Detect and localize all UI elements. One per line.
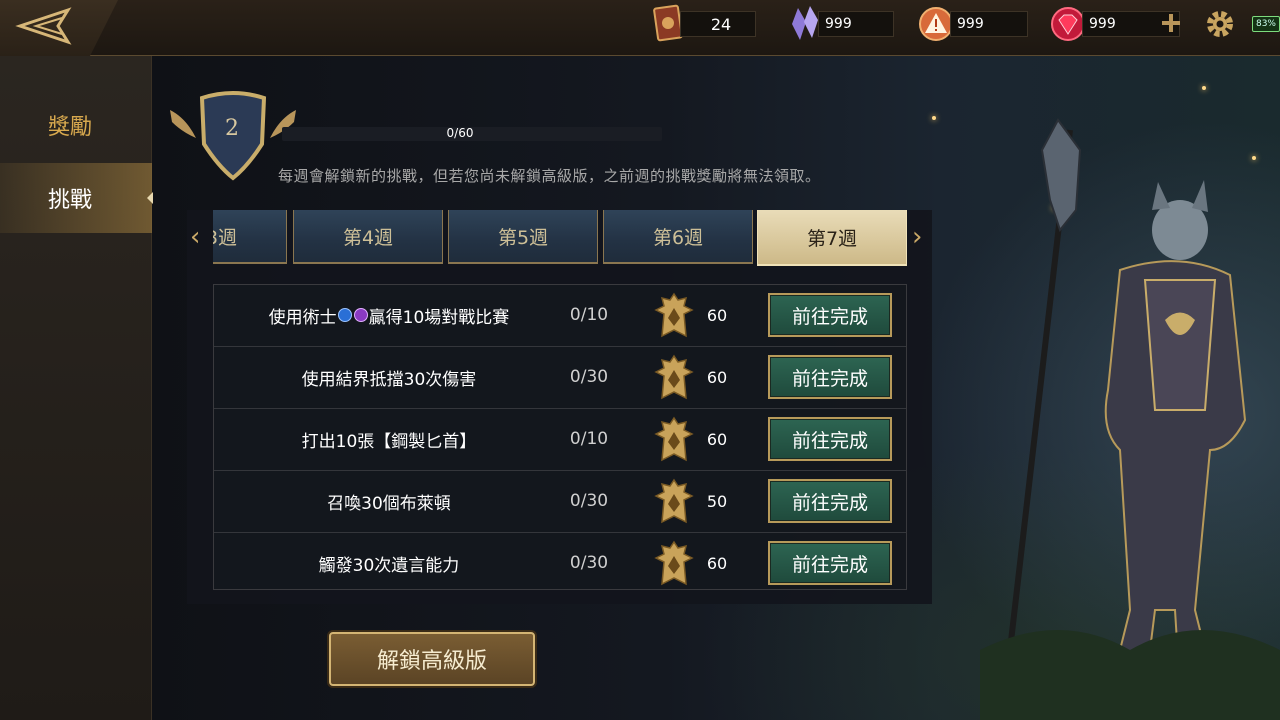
challenge-progress: 0/30 [569,367,609,387]
challenge-task-suffix: 贏得10場對戰比賽 [368,307,510,328]
back-arrow-icon[interactable] [8,4,78,48]
challenge-points-emblem-icon [654,478,694,524]
challenge-points: 50 [706,491,728,511]
week-tabs: 第3週 第4週 第5週 第6週 第7週 [213,210,907,266]
sidebar-item-rewards[interactable]: 獎勵 [0,90,152,160]
challenge-points: 60 [706,553,728,573]
sidebar: 獎勵 挑戰 [0,56,153,720]
cards-resource: 24 [652,4,756,42]
crystal-icon [792,6,818,40]
challenge-row: 使用結界抵擋30次傷害 0/30 60 前往完成 [214,347,906,409]
go-complete-button[interactable]: 前往完成 [768,355,892,399]
challenge-row: 觸發30次遺言能力 0/30 60 前往完成 [214,533,906,595]
challenge-progress: 0/30 [569,491,609,511]
cards-count: 24 [680,11,756,37]
challenge-points-emblem-icon [654,292,694,338]
challenge-task: 打出10張【鋼製匕首】 [301,431,477,452]
challenge-task-prefix: 使用術士 [268,307,337,328]
challenge-row: 打出10張【鋼製匕首】 0/10 60 前往完成 [214,409,906,471]
challenge-progress: 0/10 [569,305,609,325]
crystals-count: 999 [818,11,894,37]
tab-prev-arrow-icon[interactable]: ‹ [190,222,200,252]
challenge-progress: 0/10 [569,429,609,449]
warning-currency-resource: 999 [918,7,1028,41]
challenge-points-emblem-icon [654,354,694,400]
warning-currency-count: 999 [950,11,1028,37]
tab-week-4[interactable]: 第4週 [293,210,443,264]
challenge-task: 使用術士 贏得10場對戰比賽 [224,285,554,345]
challenge-row: 召喚30個布萊頓 0/30 50 前往完成 [214,471,906,533]
challenge-task: 召喚30個布萊頓 [327,493,451,514]
gem-icon [1051,7,1085,41]
challenge-points: 60 [706,429,728,449]
crystals-resource: 999 [788,6,894,40]
add-gems-button[interactable] [1160,12,1182,34]
tab-week-7[interactable]: 第7週 [757,210,907,266]
character-artwork [980,118,1280,720]
gear-icon[interactable] [1204,8,1236,40]
challenge-progress: 0/30 [569,553,609,573]
warning-triangle-icon [919,7,953,41]
challenge-task: 觸發30次遺言能力 [318,555,460,576]
challenge-points: 60 [706,305,728,325]
tab-week-5[interactable]: 第5週 [448,210,598,264]
challenge-points: 60 [706,367,728,387]
challenge-task: 使用結界抵擋30次傷害 [301,369,477,390]
sidebar-item-challenges[interactable]: 挑戰 [0,163,153,233]
top-bar: 24 999 999 999 83% [0,0,1280,56]
tab-week-6[interactable]: 第6週 [603,210,753,264]
plus-icon [1162,14,1180,32]
firefly [932,116,936,120]
go-complete-button[interactable]: 前往完成 [768,293,892,337]
season-level: 2 [225,116,239,141]
blue-class-icon [337,308,352,322]
unlock-premium-button[interactable]: 解鎖高級版 [329,632,535,686]
challenge-list: 使用術士 贏得10場對戰比賽 0/10 60 前往完成 使用結界抵擋30次傷害 … [213,284,907,590]
challenge-points-emblem-icon [654,540,694,586]
go-complete-button[interactable]: 前往完成 [768,479,892,523]
season-progress-text: 0/60 [446,126,474,140]
tab-next-arrow-icon[interactable]: › [912,222,922,252]
weekly-notice: 每週會解鎖新的挑戰，但若您尚未解鎖高級版，之前週的挑戰獎勵將無法領取。 [278,167,821,185]
challenge-row: 使用術士 贏得10場對戰比賽 0/10 60 前往完成 [214,285,906,347]
purple-class-icon [353,308,368,322]
go-complete-button[interactable]: 前往完成 [768,417,892,461]
challenge-points-emblem-icon [654,416,694,462]
tab-week-3[interactable]: 第3週 [213,210,287,264]
go-complete-button[interactable]: 前往完成 [768,541,892,585]
battery-indicator: 83% [1252,16,1280,32]
